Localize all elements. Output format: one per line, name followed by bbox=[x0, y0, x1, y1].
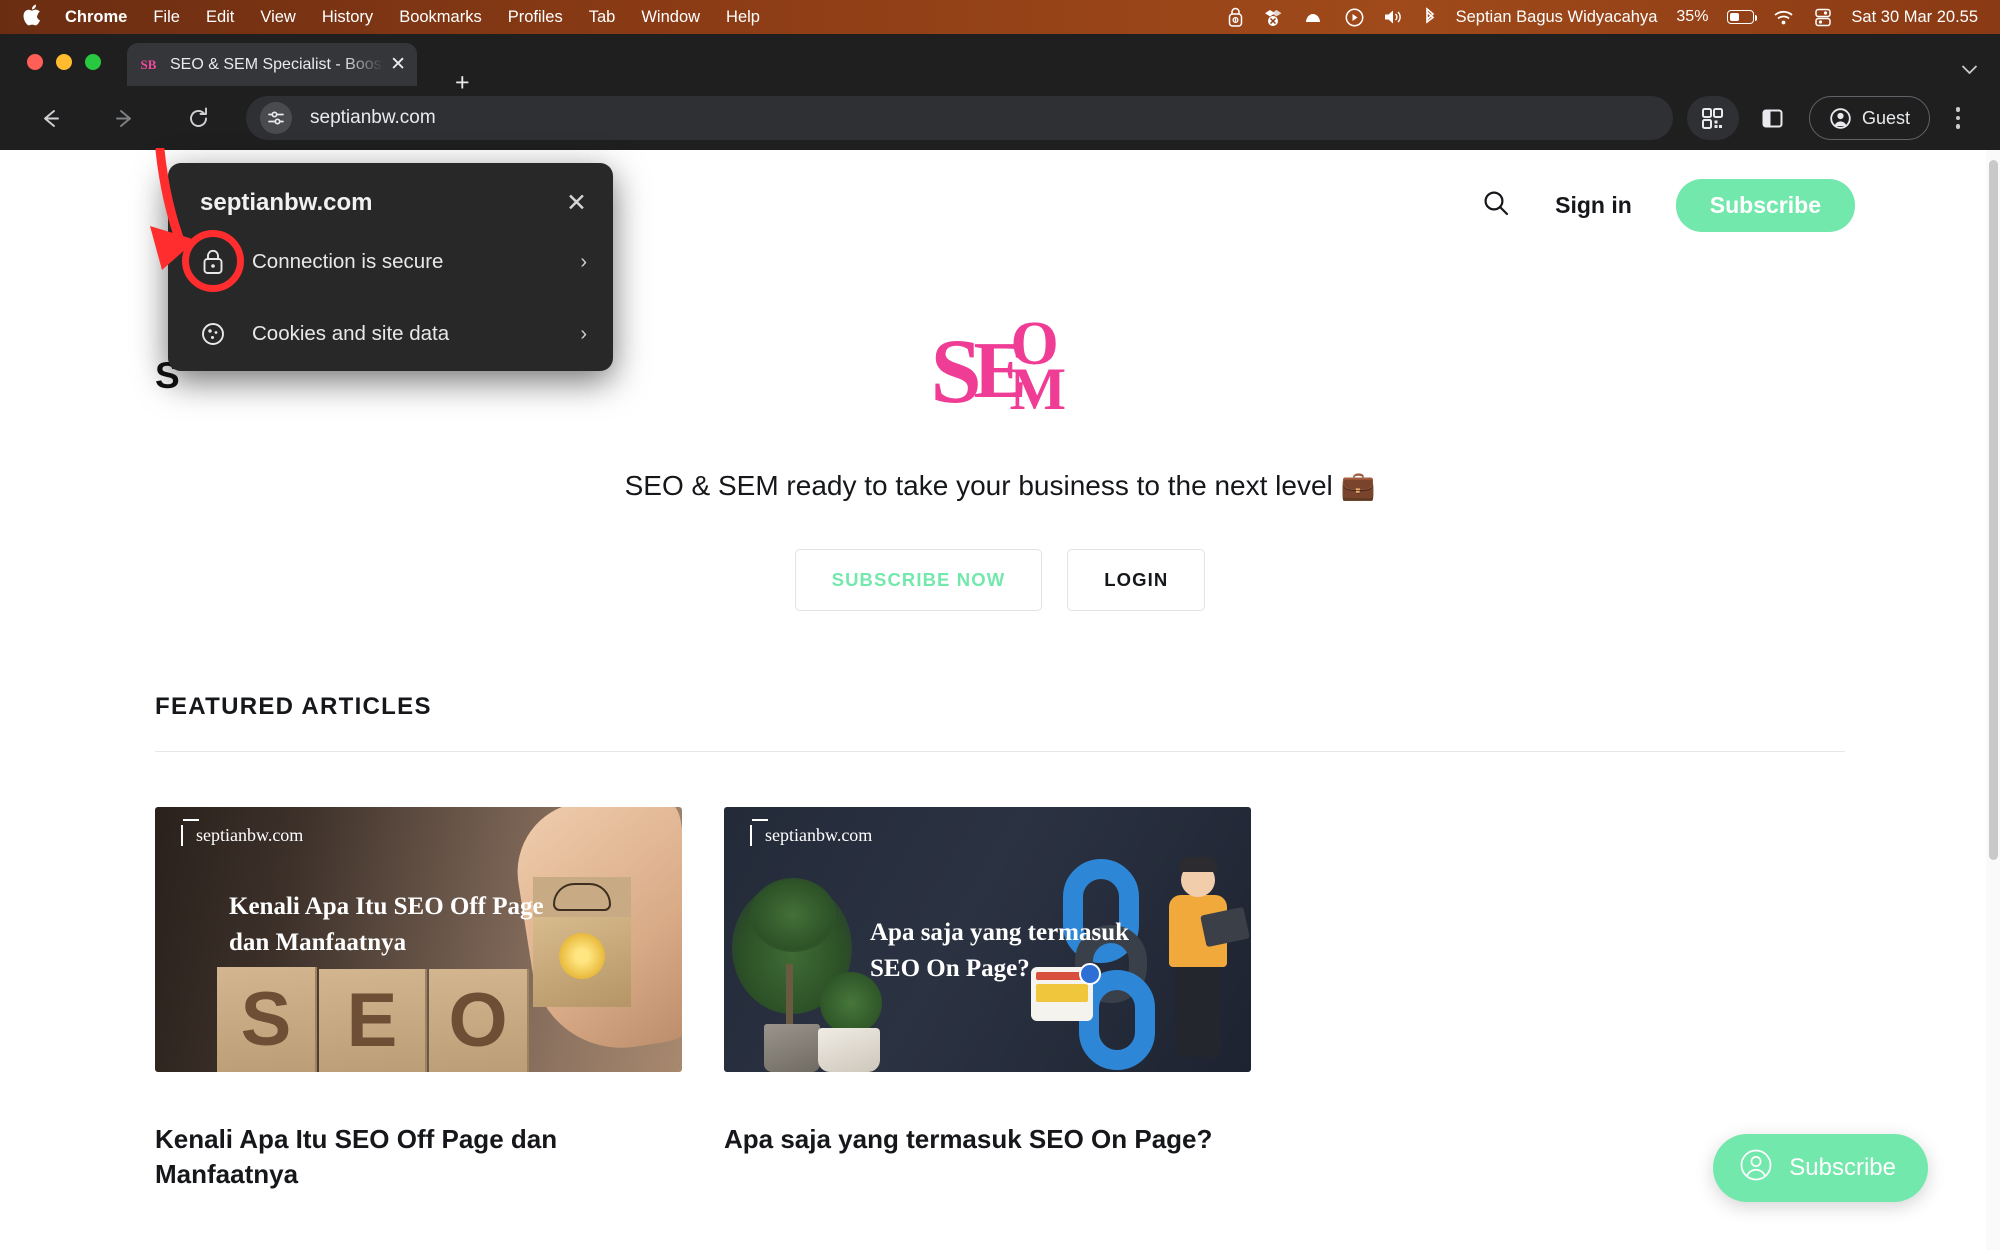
thumbnail-watermark: septianbw.com bbox=[181, 825, 303, 846]
menu-item-window[interactable]: Window bbox=[641, 8, 700, 27]
logo-letter-m: M bbox=[1010, 359, 1067, 419]
menu-item-file[interactable]: File bbox=[153, 8, 180, 27]
menu-bar-status-icons: Septian Bagus Widyacahya 35% Sat 30 Mar … bbox=[1227, 7, 1978, 27]
plant-pot-white bbox=[818, 1028, 880, 1072]
window-traffic-lights bbox=[27, 54, 101, 70]
menu-item-help[interactable]: Help bbox=[726, 8, 760, 27]
sign-in-link[interactable]: Sign in bbox=[1555, 192, 1632, 219]
featured-divider bbox=[155, 751, 1845, 752]
plant-pot-grey bbox=[764, 1024, 820, 1072]
featured-heading: FEATURED ARTICLES bbox=[155, 693, 1845, 721]
tab-title: SEO & SEM Specialist - Boost bbox=[170, 56, 386, 74]
tune-site-info-icon[interactable] bbox=[260, 102, 292, 134]
popup-row-label: Cookies and site data bbox=[252, 322, 449, 346]
wooden-block-o: O bbox=[429, 969, 529, 1072]
popup-row-label: Connection is secure bbox=[252, 250, 443, 274]
character-cap bbox=[1179, 857, 1217, 872]
cookie-icon bbox=[200, 321, 234, 347]
maximize-window-button[interactable] bbox=[85, 54, 101, 70]
toolbar-right-actions: Guest bbox=[1687, 96, 1980, 140]
featured-articles-section: FEATURED ARTICLES S E O septianbw.com Ke… bbox=[155, 693, 1845, 1192]
search-icon[interactable] bbox=[1481, 188, 1511, 223]
apple-menu-icon[interactable] bbox=[22, 4, 41, 30]
kebab-menu-icon[interactable] bbox=[1936, 96, 1980, 140]
close-window-button[interactable] bbox=[27, 54, 43, 70]
article-thumbnail[interactable]: septianbw.com Apa saja yang termasuk SEO… bbox=[724, 807, 1251, 1072]
menu-bar-clock[interactable]: Sat 30 Mar 20.55 bbox=[1851, 8, 1978, 27]
menu-item-profiles[interactable]: Profiles bbox=[508, 8, 563, 27]
battery-icon[interactable] bbox=[1727, 10, 1754, 24]
floating-subscribe-label: Subscribe bbox=[1789, 1154, 1896, 1182]
address-bar[interactable]: septianbw.com bbox=[246, 96, 1673, 140]
macos-menu-bar: Chrome File Edit View History Bookmarks … bbox=[0, 0, 2000, 34]
control-center-icon[interactable] bbox=[1814, 8, 1832, 27]
character-legs bbox=[1175, 965, 1221, 1057]
login-button[interactable]: LOGIN bbox=[1067, 549, 1205, 611]
article-title[interactable]: Apa saja yang termasuk SEO On Page? bbox=[724, 1122, 1251, 1157]
menu-item-history[interactable]: History bbox=[322, 8, 373, 27]
wifi-icon[interactable] bbox=[1773, 9, 1795, 26]
browser-toolbar: septianbw.com Guest bbox=[0, 86, 2000, 150]
wooden-block-e: E bbox=[319, 969, 427, 1072]
forward-arrow-icon[interactable] bbox=[102, 96, 146, 140]
menu-item-chrome[interactable]: Chrome bbox=[65, 8, 127, 27]
profile-guest-button[interactable]: Guest bbox=[1809, 96, 1930, 140]
tab-favicon-icon: SB bbox=[139, 55, 158, 74]
chevron-right-icon: › bbox=[580, 323, 587, 346]
annotation-highlight-circle bbox=[182, 230, 244, 292]
plant-canopy-top bbox=[750, 878, 836, 952]
menu-bar-username[interactable]: Septian Bagus Widyacahya bbox=[1456, 8, 1658, 27]
thumbnail-title: Kenali Apa Itu SEO Off Page dan Manfaatn… bbox=[229, 889, 559, 962]
volume-icon[interactable] bbox=[1383, 8, 1404, 26]
play-circle-icon[interactable] bbox=[1345, 8, 1364, 27]
bluetooth-icon[interactable] bbox=[1423, 7, 1437, 27]
profile-guest-icon bbox=[1829, 107, 1852, 130]
article-title[interactable]: Kenali Apa Itu SEO Off Page dan Manfaatn… bbox=[155, 1122, 682, 1192]
browser-tab[interactable]: SB SEO & SEM Specialist - Boost ✕ bbox=[127, 43, 417, 86]
person-circle-icon bbox=[1739, 1148, 1773, 1189]
sem-logo[interactable]: S E O M bbox=[933, 305, 1068, 410]
head-gear-icon bbox=[553, 883, 611, 911]
article-thumbnail[interactable]: S E O septianbw.com Kenali Apa Itu SEO O… bbox=[155, 807, 682, 1072]
side-panel-icon[interactable] bbox=[1747, 96, 1799, 140]
hero-tagline: SEO & SEM ready to take your business to… bbox=[0, 469, 2000, 502]
popup-header: septianbw.com ✕ bbox=[168, 163, 613, 217]
back-arrow-icon[interactable] bbox=[28, 96, 72, 140]
dropbox-offline-icon[interactable] bbox=[1263, 7, 1285, 27]
floating-subscribe-button[interactable]: Subscribe bbox=[1713, 1134, 1928, 1202]
menu-item-tab[interactable]: Tab bbox=[589, 8, 616, 27]
chevron-down-icon[interactable] bbox=[1961, 62, 1978, 79]
menu-items: Chrome File Edit View History Bookmarks … bbox=[65, 8, 760, 27]
article-card[interactable]: septianbw.com Apa saja yang termasuk SEO… bbox=[724, 807, 1251, 1192]
tab-strip: SB SEO & SEM Specialist - Boost ✕ + bbox=[0, 34, 2000, 86]
article-card-list: S E O septianbw.com Kenali Apa Itu SEO O… bbox=[155, 807, 1845, 1192]
chevron-right-icon: › bbox=[580, 251, 587, 274]
subscribe-button[interactable]: Subscribe bbox=[1676, 179, 1855, 232]
subscribe-now-button[interactable]: SUBSCRIBE NOW bbox=[795, 549, 1043, 611]
reload-icon[interactable] bbox=[176, 96, 220, 140]
thumbnail-watermark: septianbw.com bbox=[750, 825, 872, 846]
popup-domain: septianbw.com bbox=[200, 189, 372, 217]
url-text: septianbw.com bbox=[310, 107, 436, 129]
thumbnail-title: Apa saja yang termasuk SEO On Page? bbox=[870, 915, 1160, 988]
menu-item-edit[interactable]: Edit bbox=[206, 8, 234, 27]
cloud-icon[interactable] bbox=[1304, 8, 1326, 26]
menu-item-bookmarks[interactable]: Bookmarks bbox=[399, 8, 482, 27]
close-icon[interactable]: ✕ bbox=[566, 191, 587, 216]
battery-percent: 35% bbox=[1676, 8, 1708, 26]
article-card[interactable]: S E O septianbw.com Kenali Apa Itu SEO O… bbox=[155, 807, 682, 1192]
profile-label: Guest bbox=[1862, 108, 1910, 129]
page-scrollbar-thumb[interactable] bbox=[1989, 160, 1998, 860]
wooden-block-s: S bbox=[217, 967, 317, 1072]
lock-shield-icon[interactable] bbox=[1227, 7, 1244, 27]
hero-cta-row: SUBSCRIBE NOW LOGIN bbox=[0, 549, 2000, 611]
menu-item-view[interactable]: View bbox=[260, 8, 295, 27]
lightbulb-icon bbox=[559, 933, 605, 979]
qr-code-icon[interactable] bbox=[1687, 96, 1739, 140]
minimize-window-button[interactable] bbox=[56, 54, 72, 70]
popup-row-cookies[interactable]: Cookies and site data › bbox=[168, 307, 613, 361]
tab-close-icon[interactable]: ✕ bbox=[390, 53, 406, 76]
